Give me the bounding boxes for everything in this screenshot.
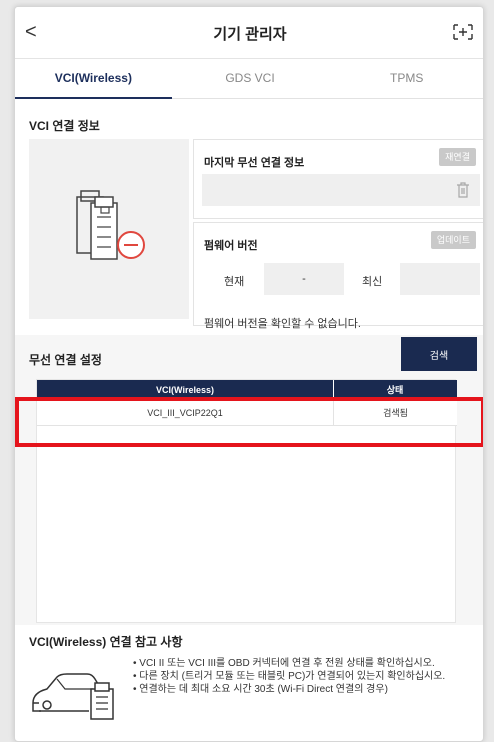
notes-list: • VCI II 또는 VCI III를 OBD 커넥터에 연결 후 전원 상태… (133, 657, 478, 696)
update-button[interactable]: 업데이트 (430, 231, 476, 249)
note-item: • VCI II 또는 VCI III를 OBD 커넥터에 연결 후 전원 상태… (133, 658, 435, 669)
last-connection-field (202, 174, 480, 206)
last-connection-title: 마지막 무선 연결 정보 (204, 157, 305, 169)
firmware-message: 펌웨어 버전을 확인할 수 없습니다. (204, 318, 361, 330)
note-item: • 다른 장치 (트리거 모듈 또는 태블릿 PC)가 연결되어 있는지 확인하… (133, 671, 446, 682)
firmware-title: 펌웨어 버전 (204, 240, 258, 252)
page-title: 기기 관리자 (213, 26, 287, 43)
firmware-latest-value (400, 263, 480, 295)
vci-device-table: VCI(Wireless) 상태 VCI_III_VCIP22Q1 검색됨 (36, 379, 457, 623)
tab-vci-wireless[interactable]: VCI(Wireless) (15, 59, 172, 99)
firmware-card: 펌웨어 버전 업데이트 현재 - 최신 펌웨어 버전을 확인할 수 없습니다. (193, 222, 483, 330)
trash-icon[interactable] (456, 182, 470, 198)
car-obd-icon (32, 673, 114, 720)
notes-title: VCI(Wireless) 연결 참고 사항 (29, 635, 183, 649)
top-bar: < 기기 관리자 (15, 7, 483, 59)
row-device-name: VCI_III_VCIP22Q1 (147, 408, 223, 418)
table-header: VCI(Wireless) 상태 (37, 380, 457, 400)
row-status: 검색됨 (333, 400, 457, 426)
search-button[interactable]: 검색 (401, 337, 477, 371)
firmware-latest-label: 최신 (362, 276, 383, 288)
reconnect-button[interactable]: 재연결 (439, 148, 476, 166)
column-header-status: 상태 (386, 385, 404, 395)
firmware-current-label: 현재 (224, 276, 245, 288)
tab-tpms[interactable]: TPMS (328, 59, 483, 98)
firmware-current-value: - (264, 263, 344, 295)
tab-bar: VCI(Wireless) GDS VCI TPMS (15, 59, 483, 99)
note-item: • 연결하는 데 최대 소요 시간 30초 (Wi-Fi Direct 연결의 … (133, 684, 388, 695)
expand-icon[interactable] (451, 21, 475, 43)
vci-device-image-panel (29, 139, 189, 319)
vci-info-title: VCI 연결 정보 (29, 119, 100, 133)
wireless-settings-title: 무선 연결 설정 (29, 353, 102, 367)
column-header-vci: VCI(Wireless) (156, 385, 214, 395)
device-manager-window: < 기기 관리자 VCI(Wireless) GDS VCI TPMS VCI … (14, 6, 484, 742)
vci-device-icon (76, 190, 145, 260)
table-row[interactable]: VCI_III_VCIP22Q1 검색됨 (37, 400, 457, 426)
last-connection-card: 마지막 무선 연결 정보 재연결 (193, 139, 483, 219)
tab-gds-vci[interactable]: GDS VCI (172, 59, 329, 98)
